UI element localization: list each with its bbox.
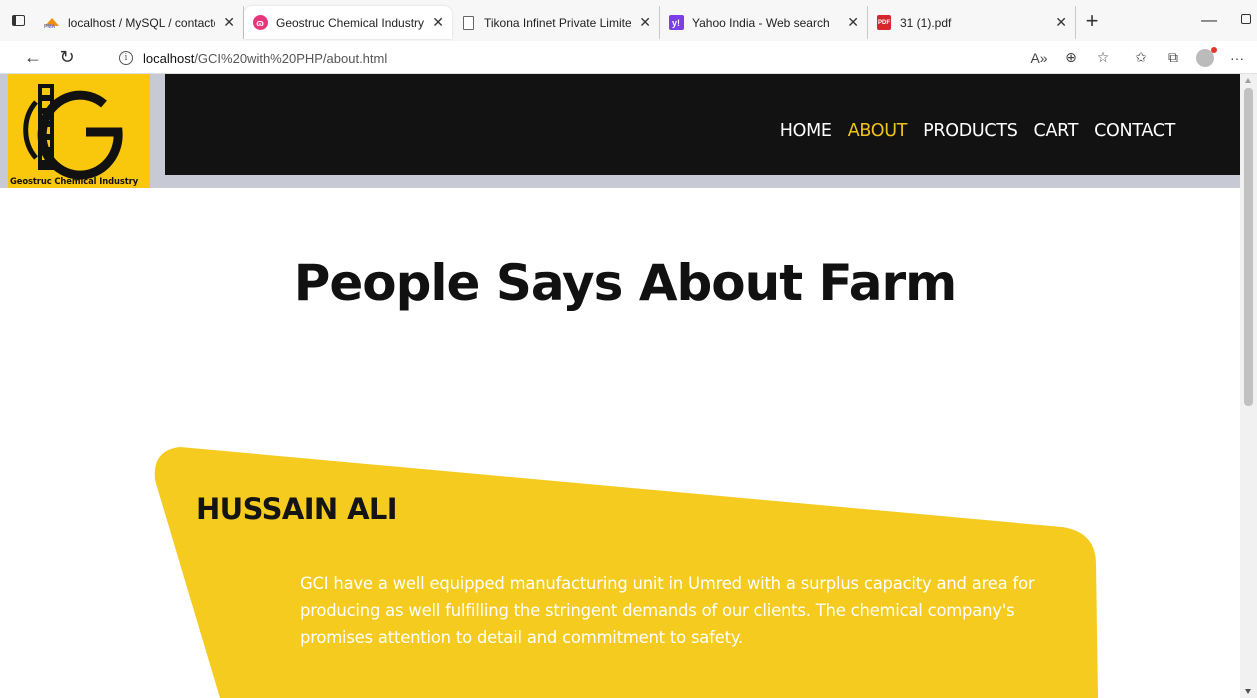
tab-phpmyadmin[interactable]: PMA localhost / MySQL / contactdi ✕ [36,6,244,39]
sidebar-icon [11,15,25,26]
info-icon[interactable]: i [119,51,133,65]
scroll-down-arrow-icon[interactable] [1245,689,1251,694]
browser-tab-strip: PMA localhost / MySQL / contactdi ✕ ɷ Ge… [0,0,1257,41]
refresh-icon[interactable]: ↻ [50,41,84,74]
tab-pdf[interactable]: PDF 31 (1).pdf ✕ [868,6,1076,39]
close-icon[interactable]: ✕ [847,14,859,31]
close-icon[interactable]: ✕ [223,14,235,31]
page-viewport: Geostruc Chemical Industry HOME ABOUT PR… [0,74,1257,698]
testimonial-author: HUSSAIN ALI [196,492,398,526]
pdf-icon: PDF [876,15,892,31]
more-options-icon[interactable]: ··· [1221,41,1253,74]
scroll-up-arrow-icon[interactable] [1245,78,1251,83]
page-scrollbar[interactable] [1240,74,1257,698]
address-bar-row: ← ↻ i localhost/GCI%20with%20PHP/about.h… [0,41,1257,74]
tab-title: Geostruc Chemical Industry [276,15,425,30]
close-icon[interactable]: ✕ [639,14,651,31]
gci-icon: ɷ [252,15,268,31]
read-aloud-icon[interactable]: A» [1023,41,1055,74]
phpmyadmin-icon: PMA [44,15,60,31]
yahoo-icon: y! [668,15,684,31]
profile-avatar[interactable] [1189,41,1221,74]
minimize-icon[interactable]: — [1201,12,1217,30]
restore-icon[interactable] [1241,14,1251,24]
close-icon[interactable]: ✕ [1055,14,1067,31]
tab-title: Tikona Infinet Private Limited [484,15,632,30]
tab-title: localhost / MySQL / contactdi [68,15,216,30]
document-icon [460,15,476,31]
tab-geostruc[interactable]: ɷ Geostruc Chemical Industry ✕ [244,6,452,39]
collections-icon[interactable]: ⧉ [1157,41,1189,74]
new-tab-button[interactable]: + [1076,0,1108,41]
favorites-icon[interactable]: ✩ [1125,41,1157,74]
address-bar-actions: A» ⊕ ☆ ✩ ⧉ ··· [1023,41,1257,74]
url-host: localhost [143,50,195,66]
tab-yahoo[interactable]: y! Yahoo India - Web search ✕ [660,6,868,39]
tab-actions-button[interactable] [0,0,36,41]
scroll-thumb[interactable] [1244,88,1253,406]
tab-title: 31 (1).pdf [900,15,952,30]
url-path: /GCI%20with%20PHP/about.html [194,50,388,66]
add-favorite-icon[interactable]: ☆ [1087,41,1119,74]
tab-tikona[interactable]: Tikona Infinet Private Limited ✕ [452,6,660,39]
close-icon[interactable]: ✕ [432,14,444,31]
tab-title: Yahoo India - Web search [692,15,830,30]
url-field[interactable]: i localhost/GCI%20with%20PHP/about.html [107,45,962,71]
zoom-icon[interactable]: ⊕ [1055,41,1087,74]
back-arrow-icon[interactable]: ← [16,41,50,74]
testimonial-text: GCI have a well equipped manufacturing u… [300,574,1035,647]
